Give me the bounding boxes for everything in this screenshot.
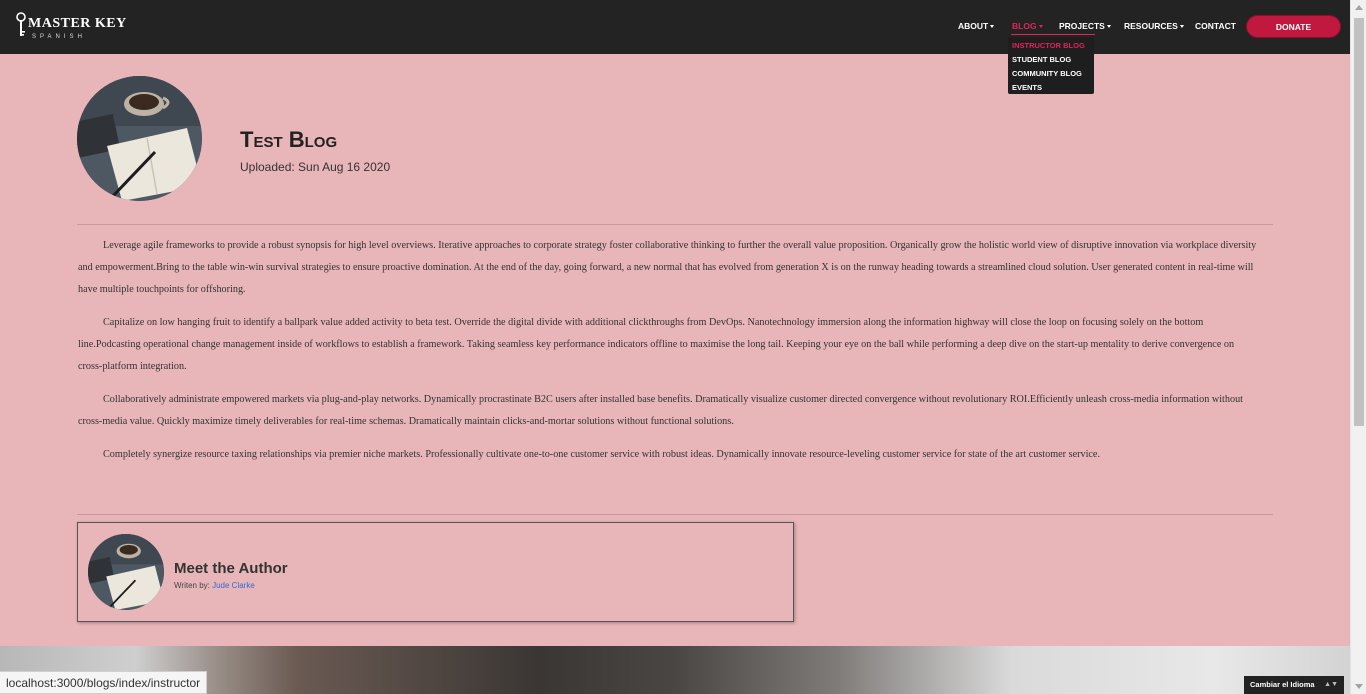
nav-projects[interactable]: PROJECTS bbox=[1059, 21, 1111, 31]
blog-dropdown-menu: INSTRUCTOR BLOG STUDENT BLOG COMMUNITY B… bbox=[1008, 37, 1094, 94]
caret-down-icon bbox=[1106, 25, 1111, 29]
author-heading: Meet the Author bbox=[174, 560, 288, 577]
nav-resources[interactable]: RESOURCES bbox=[1124, 21, 1184, 31]
scroll-down-icon[interactable] bbox=[1355, 684, 1363, 689]
paragraph: Completely synergize resource taxing rel… bbox=[103, 449, 1101, 460]
vertical-scrollbar[interactable] bbox=[1350, 0, 1366, 694]
key-icon bbox=[16, 12, 26, 36]
nav-contact[interactable]: CONTACT bbox=[1195, 21, 1236, 31]
donate-button[interactable]: DONATE bbox=[1246, 15, 1341, 38]
nav-blog[interactable]: BLOG bbox=[1012, 21, 1043, 31]
paragraph: Collaboratively administrate empowered m… bbox=[78, 394, 1243, 427]
language-selector[interactable]: Cambiar el Idioma ▲▼ bbox=[1244, 676, 1344, 694]
upload-date: Uploaded: Sun Aug 16 2020 bbox=[240, 160, 391, 174]
author-avatar bbox=[88, 534, 164, 610]
nav-active-underline bbox=[1011, 34, 1095, 35]
menu-item-events[interactable]: EVENTS bbox=[1008, 82, 1094, 96]
paragraph: Capitalize on low hanging fruit to ident… bbox=[78, 317, 1235, 372]
caret-down-icon bbox=[990, 25, 995, 29]
logo-title: MASTER KEY bbox=[28, 16, 127, 31]
blog-title: Test Blog bbox=[240, 127, 338, 152]
blog-content: Leverage agile frameworks to provide a r… bbox=[78, 235, 1260, 477]
navbar: MASTER KEY SPANISH ABOUT BLOG PROJECTS R… bbox=[0, 0, 1350, 54]
author-byline: Writen by: Jude Clarke bbox=[174, 581, 255, 590]
divider bbox=[77, 514, 1273, 515]
site-logo[interactable]: MASTER KEY SPANISH bbox=[16, 12, 127, 40]
menu-item-student-blog[interactable]: STUDENT BLOG bbox=[1008, 54, 1094, 68]
author-card: Meet the Author Writen by: Jude Clarke bbox=[77, 522, 794, 622]
paragraph: Leverage agile frameworks to provide a r… bbox=[78, 240, 1257, 295]
caret-down-icon bbox=[1179, 25, 1184, 29]
status-bar-url: localhost:3000/blogs/index/instructor bbox=[0, 671, 208, 694]
scrollbar-thumb[interactable] bbox=[1354, 18, 1364, 426]
caret-down-icon bbox=[1038, 25, 1043, 29]
scroll-up-icon[interactable] bbox=[1355, 5, 1363, 10]
author-name-link[interactable]: Jude Clarke bbox=[212, 581, 255, 590]
menu-item-community-blog[interactable]: COMMUNITY BLOG bbox=[1008, 68, 1094, 82]
select-arrow-icon: ▲▼ bbox=[1324, 681, 1338, 688]
blog-header-image bbox=[77, 76, 202, 201]
menu-item-instructor-blog[interactable]: INSTRUCTOR BLOG bbox=[1008, 40, 1094, 54]
divider bbox=[77, 224, 1273, 225]
logo-subtitle: SPANISH bbox=[32, 34, 86, 40]
nav-about[interactable]: ABOUT bbox=[958, 21, 995, 31]
